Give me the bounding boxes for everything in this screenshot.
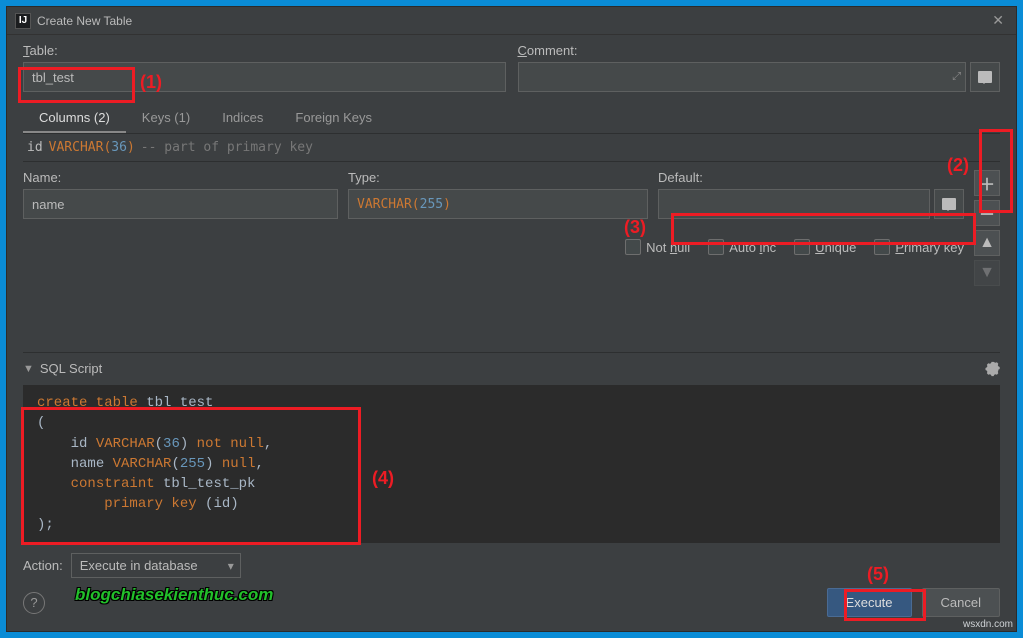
- default-detail-button[interactable]: [934, 189, 964, 219]
- column-name-input[interactable]: [23, 189, 338, 219]
- col-row-type: VARCHAR(: [49, 140, 112, 155]
- tab-columns[interactable]: Columns (2): [23, 104, 126, 133]
- comment-detail-button[interactable]: [970, 62, 1000, 92]
- checkbox-auto-inc[interactable]: Auto inc: [708, 239, 776, 255]
- action-row: Action: Execute in database: [23, 553, 1000, 578]
- col-row-comment: -- part of primary key: [141, 140, 313, 155]
- chevron-down-icon: ▼: [23, 363, 34, 375]
- action-dropdown[interactable]: Execute in database: [71, 553, 241, 578]
- name-label: Name:: [23, 170, 338, 185]
- sql-script-header[interactable]: ▼ SQL Script: [23, 359, 1000, 379]
- move-down-button[interactable]: ▼: [974, 260, 1000, 286]
- remove-column-button[interactable]: －: [974, 200, 1000, 226]
- execute-button[interactable]: Execute: [827, 588, 912, 617]
- sql-script-title: SQL Script: [40, 361, 978, 376]
- column-type-input[interactable]: VARCHAR(255): [348, 189, 648, 219]
- top-fields: Table: Comment: ⤢: [23, 43, 1000, 92]
- dialog-window: IJ Create New Table ✕ Table: Comment: ⤢: [6, 6, 1017, 632]
- add-column-button[interactable]: ＋: [974, 170, 1000, 196]
- help-button[interactable]: ?: [23, 592, 45, 614]
- checkbox-primary-key[interactable]: Primary key: [874, 239, 964, 255]
- action-label: Action:: [23, 558, 63, 573]
- tab-keys[interactable]: Keys (1): [126, 104, 206, 133]
- close-icon[interactable]: ✕: [988, 12, 1008, 29]
- column-list-item[interactable]: id VARCHAR(36) -- part of primary key: [23, 134, 1000, 162]
- checkbox-icon: [708, 239, 724, 255]
- checkbox-unique[interactable]: Unique: [794, 239, 856, 255]
- default-label: Default:: [658, 170, 964, 185]
- comment-input[interactable]: ⤢: [518, 62, 967, 92]
- col-row-name: id: [27, 140, 43, 155]
- content-area: Table: Comment: ⤢ Columns (2) Keys (1) I…: [7, 35, 1016, 578]
- chat-icon: [942, 198, 956, 210]
- move-up-button[interactable]: ▲: [974, 230, 1000, 256]
- table-name-input[interactable]: [23, 62, 506, 92]
- checkbox-icon: [874, 239, 890, 255]
- tabbar: Columns (2) Keys (1) Indices Foreign Key…: [23, 104, 1000, 134]
- expand-icon[interactable]: ⤢: [952, 71, 961, 84]
- checkbox-row: Not null Auto inc Unique Primary key: [23, 239, 964, 255]
- comment-label: Comment:: [518, 43, 1001, 58]
- column-default-input[interactable]: [658, 189, 930, 219]
- sql-section: ▼ SQL Script create table tbl_test ( id …: [23, 352, 1000, 543]
- checkbox-icon: [625, 239, 641, 255]
- titlebar: IJ Create New Table ✕: [7, 7, 1016, 35]
- app-icon: IJ: [15, 13, 31, 29]
- col-row-type-num: 36: [111, 140, 127, 155]
- chat-icon: [978, 71, 992, 83]
- window-title: Create New Table: [37, 14, 988, 28]
- cancel-button[interactable]: Cancel: [922, 588, 1000, 617]
- column-side-buttons: ＋ － ▲ ▼: [974, 170, 1000, 344]
- column-editor: Name: Type: VARCHAR(255) Default:: [23, 170, 1000, 344]
- sql-code[interactable]: create table tbl_test ( id VARCHAR(36) n…: [23, 385, 1000, 543]
- table-label: Table:: [23, 43, 506, 58]
- bottom-button-row: ? Execute Cancel: [7, 578, 1016, 631]
- checkbox-icon: [794, 239, 810, 255]
- tab-foreign-keys[interactable]: Foreign Keys: [279, 104, 388, 133]
- checkbox-not-null[interactable]: Not null: [625, 239, 690, 255]
- type-label: Type:: [348, 170, 648, 185]
- tab-indices[interactable]: Indices: [206, 104, 279, 133]
- gear-icon[interactable]: [984, 361, 1000, 377]
